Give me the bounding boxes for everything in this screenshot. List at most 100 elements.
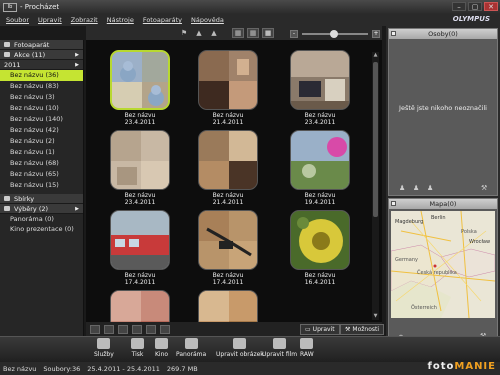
rotate-left-icon[interactable] xyxy=(90,324,100,334)
person-filter-icon[interactable]: ▲ xyxy=(193,28,205,38)
print-label: Tisk xyxy=(131,351,144,358)
thumbnail-tile[interactable] xyxy=(198,290,258,322)
zoom-out-button[interactable]: - xyxy=(290,30,298,38)
edit-movie-button[interactable]: Upravit film xyxy=(262,338,297,362)
menu-napoveda[interactable]: Nápověda xyxy=(191,16,224,24)
thumbnail-tile[interactable]: Bez názvu 17.4.2011 xyxy=(110,210,170,288)
zoom-in-button[interactable]: + xyxy=(372,30,380,38)
edit-button[interactable]: ▭ Upravit xyxy=(300,324,340,335)
map-graphic: Berlin Magdeburg Germany Polska Wrocław … xyxy=(391,211,495,318)
thumbnail-tile[interactable]: Bez názvu 21.4.2011 xyxy=(198,50,258,128)
print-icon[interactable] xyxy=(160,324,170,334)
sidebar-event-item[interactable]: Bez názvu (83) xyxy=(0,81,83,92)
person-group-icon[interactable]: ♟ xyxy=(413,184,420,192)
thumbnail-tile[interactable]: Bez názvu 23.4.2011 xyxy=(290,50,350,128)
sidebar-event-item[interactable]: Bez názvu (15) xyxy=(0,180,83,191)
sidebar-event-item[interactable]: Bez názvu (3) xyxy=(0,92,83,103)
panorama-button[interactable]: Panoráma xyxy=(176,338,206,362)
photo-thumbnail[interactable] xyxy=(110,290,170,322)
sidebar-events[interactable]: Akce (11) ▶ xyxy=(0,50,83,60)
flag-toggle-icon[interactable] xyxy=(132,324,142,334)
scroll-down-icon[interactable]: ▼ xyxy=(372,313,379,320)
photo-thumbnail[interactable] xyxy=(198,130,258,190)
panel-toggle-checkbox[interactable] xyxy=(391,31,396,36)
selections-icon xyxy=(4,206,10,211)
sidebar-event-item[interactable]: Bez názvu (10) xyxy=(0,103,83,114)
sidebar-event-item[interactable]: Bez názvu (140) xyxy=(0,114,83,125)
thumbnail-tile[interactable]: Bez názvu 19.4.2011 xyxy=(290,130,350,208)
flag-icon[interactable]: ⚑ xyxy=(178,28,190,38)
status-name: Bez názvu xyxy=(3,364,37,373)
sidebar-collections[interactable]: Sbírky xyxy=(0,194,83,204)
sidebar-selections[interactable]: Výběry (2) ▶ xyxy=(0,204,83,214)
sidebar-event-item[interactable]: Bez názvu (68) xyxy=(0,158,83,169)
menu-zobrazit[interactable]: Zobrazit xyxy=(71,16,98,24)
sidebar-year[interactable]: 2011 ▶ xyxy=(0,60,83,70)
zoom-slider[interactable]: - + xyxy=(290,30,380,38)
sidebar-event-item[interactable]: Bez názvu (1) xyxy=(0,147,83,158)
sidebar-event-item[interactable]: Bez názvu (65) xyxy=(0,169,83,180)
scrollbar-thumb[interactable] xyxy=(373,62,378,217)
menu-upravit[interactable]: Upravit xyxy=(38,16,62,24)
thumbnail-tile[interactable]: Bez názvu 17.4.2011 xyxy=(198,210,258,288)
photo-thumbnail[interactable] xyxy=(110,50,170,110)
panel-toggle-checkbox[interactable] xyxy=(391,201,396,206)
sidebar-panorama[interactable]: Panoráma (0) xyxy=(0,214,83,224)
photo-thumbnail[interactable] xyxy=(110,130,170,190)
sidebar-slideshow[interactable]: Kino prezentace (0) xyxy=(0,224,83,234)
thumbnail-tile[interactable]: Bez názvu 21.4.2011 xyxy=(198,130,258,208)
print-button[interactable]: Tisk xyxy=(131,338,144,362)
thumbnail-tile[interactable]: Bez názvu 23.4.2011 xyxy=(110,130,170,208)
grid-large-view-icon[interactable]: ▦ xyxy=(232,28,244,38)
photo-thumbnail[interactable] xyxy=(290,50,350,110)
services-button[interactable]: Služby xyxy=(94,338,114,362)
photo-thumbnail[interactable] xyxy=(198,210,258,270)
maximize-button[interactable]: ▢ xyxy=(468,2,482,11)
expand-arrow-icon[interactable]: ▶ xyxy=(75,62,79,68)
photo-thumbnail[interactable] xyxy=(290,210,350,270)
map-view[interactable]: Berlin Magdeburg Germany Polska Wrocław … xyxy=(391,211,495,318)
persons-panel-header[interactable]: Osoby(0) xyxy=(389,29,497,39)
photo-thumbnail[interactable] xyxy=(198,290,258,322)
photo-thumbnail[interactable] xyxy=(290,130,350,190)
minimize-button[interactable]: – xyxy=(452,2,466,11)
map-panel-header[interactable]: Mapa(0) xyxy=(389,199,497,209)
thumbnail-tile[interactable]: Bez názvu 16.4.2011 xyxy=(290,210,350,288)
map-label-germany: Germany xyxy=(395,257,418,263)
sidebar-event-item[interactable]: Bez názvu (42) xyxy=(0,125,83,136)
grid-small-view-icon[interactable]: ▦ xyxy=(247,28,259,38)
photo-thumbnail[interactable] xyxy=(198,50,258,110)
rotate-right-icon[interactable] xyxy=(104,324,114,334)
zoom-knob[interactable] xyxy=(330,30,338,38)
close-button[interactable]: ✕ xyxy=(484,2,498,11)
rating-icon[interactable] xyxy=(146,324,156,334)
expand-arrow-icon[interactable]: ▶ xyxy=(75,206,79,212)
map-title: Mapa(0) xyxy=(429,200,457,208)
thumbnail-tile[interactable]: Bez názvu 23.4.2011 xyxy=(110,50,170,128)
scroll-up-icon[interactable]: ▲ xyxy=(372,52,379,59)
options-button[interactable]: ⚒ Možnosti xyxy=(340,324,385,335)
photo-thumbnail[interactable] xyxy=(110,210,170,270)
edit-image-button[interactable]: Upravit obrázek xyxy=(216,338,264,362)
grid-scrollbar[interactable]: ▲ ▼ xyxy=(372,52,379,320)
title-bar: Ib - Procházet xyxy=(0,0,500,14)
menu-soubor[interactable]: Soubor xyxy=(6,16,29,24)
location-filter-icon[interactable]: ▲ xyxy=(208,28,220,38)
brand-logo: OLYMPUS xyxy=(452,15,490,23)
person-add-icon[interactable]: ♟ xyxy=(399,184,406,192)
delete-icon[interactable] xyxy=(118,324,128,334)
sidebar-selections-label: Výběry (2) xyxy=(14,204,49,213)
menu-fotoaparaty[interactable]: Fotoaparáty xyxy=(143,16,182,24)
thumbnail-tile[interactable] xyxy=(110,290,170,322)
single-view-icon[interactable]: ■ xyxy=(262,28,274,38)
person-tag-icon[interactable]: ⚒ xyxy=(481,184,488,192)
person-remove-icon[interactable]: ♟ xyxy=(427,184,434,192)
sidebar-event-item[interactable]: Bez názvu (2) xyxy=(0,136,83,147)
menu-nastroje[interactable]: Nástroje xyxy=(107,16,134,24)
expand-arrow-icon[interactable]: ▶ xyxy=(75,52,79,58)
persons-panel: Osoby(0) Ještě jste nikoho neoznačili ♟ … xyxy=(388,28,498,196)
raw-button[interactable]: RAW xyxy=(300,338,314,362)
sidebar-camera[interactable]: Fotoaparát xyxy=(0,40,83,50)
sidebar-event-item[interactable]: Bez názvu (36) xyxy=(0,70,83,81)
cinema-button[interactable]: Kino xyxy=(155,338,168,362)
